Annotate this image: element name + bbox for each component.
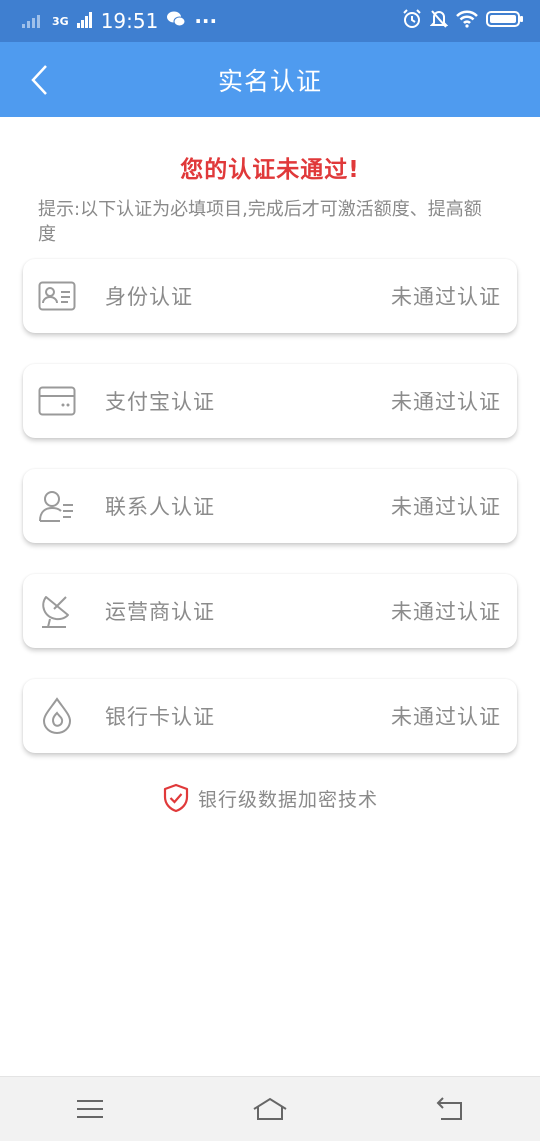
page-title: 实名认证 — [217, 66, 322, 96]
verification-failed-title: 您的认证未通过! — [180, 157, 360, 183]
signal-icon-2 — [76, 9, 93, 33]
menu-icon — [77, 1100, 103, 1118]
status-bar-left: 3G 19:51 ··· — [22, 9, 217, 33]
card-label: 运营商认证 — [105, 600, 215, 624]
status-bar-right — [402, 8, 524, 34]
card-status: 未通过认证 — [391, 495, 501, 519]
nav-bar: 实名认证 — [0, 42, 540, 117]
card-label: 支付宝认证 — [105, 390, 215, 414]
chevron-left-icon — [31, 65, 47, 95]
card-status: 未通过认证 — [391, 285, 501, 309]
card-label: 银行卡认证 — [105, 705, 215, 729]
back-button[interactable] — [22, 62, 58, 98]
satellite-dish-icon — [37, 591, 77, 631]
home-button[interactable] — [240, 1087, 300, 1131]
card-status: 未通过认证 — [391, 600, 501, 624]
status-time: 19:51 — [100, 9, 159, 33]
wifi-icon — [456, 9, 478, 33]
home-icon — [253, 1097, 287, 1120]
signal-icon — [22, 9, 48, 33]
bank-card-verification-card[interactable]: 银行卡认证 未通过认证 — [23, 679, 517, 753]
return-icon — [436, 1097, 462, 1120]
mute-icon — [429, 9, 449, 34]
wechat-icon — [166, 9, 186, 33]
menu-button[interactable] — [60, 1087, 120, 1131]
card-status: 未通过认证 — [391, 390, 501, 414]
security-text: 银行级数据加密技术 — [197, 788, 378, 811]
card-status: 未通过认证 — [391, 705, 501, 729]
card-label: 联系人认证 — [105, 495, 215, 519]
contacts-icon — [37, 486, 77, 526]
bank-drop-icon — [37, 696, 77, 736]
more-icon: ··· — [194, 9, 218, 33]
alipay-verification-card[interactable]: 支付宝认证 未通过认证 — [23, 364, 517, 438]
hint-text: 提示:以下认证为必填项目,完成后才可激活额度、提高额度 — [38, 199, 482, 245]
contacts-verification-card[interactable]: 联系人认证 未通过认证 — [23, 469, 517, 543]
wallet-card-icon — [37, 381, 77, 421]
back-nav-button[interactable] — [420, 1087, 480, 1131]
network-type: 3G — [52, 14, 69, 28]
security-note: 银行级数据加密技术 — [0, 783, 540, 813]
system-nav-bar — [0, 1076, 540, 1141]
card-label: 身份认证 — [105, 285, 193, 309]
alarm-icon — [402, 8, 422, 34]
id-card-icon — [37, 276, 77, 316]
status-bar: 3G 19:51 ··· — [0, 0, 540, 42]
shield-check-icon — [163, 783, 189, 813]
identity-verification-card[interactable]: 身份认证 未通过认证 — [23, 259, 517, 333]
battery-icon — [486, 9, 524, 33]
carrier-verification-card[interactable]: 运营商认证 未通过认证 — [23, 574, 517, 648]
